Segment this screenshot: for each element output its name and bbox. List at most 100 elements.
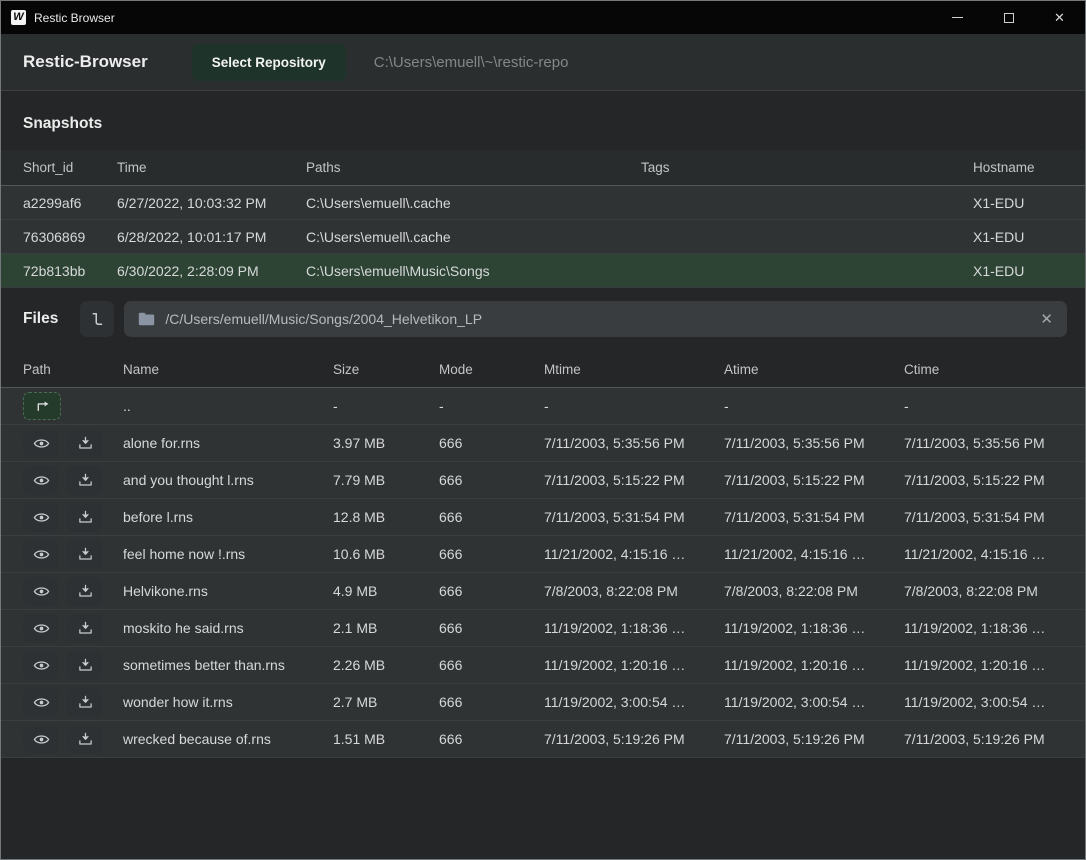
file-name: wonder how it.rns	[123, 694, 333, 710]
download-icon	[78, 732, 93, 746]
file-ctime: -	[904, 398, 1085, 414]
empty-area	[1, 758, 1085, 859]
file-mode: 666	[439, 435, 544, 451]
maximize-icon	[1004, 13, 1014, 23]
download-file-button[interactable]	[67, 614, 103, 643]
file-mtime: 11/19/2002, 1:20:16 …	[544, 657, 724, 673]
close-icon: ✕	[1054, 10, 1065, 26]
snapshot-paths: C:\Users\emuell\.cache	[306, 195, 641, 211]
preview-file-button[interactable]	[23, 429, 59, 458]
download-file-button[interactable]	[67, 503, 103, 532]
folder-icon	[138, 312, 155, 326]
file-atime: 7/11/2003, 5:31:54 PM	[724, 509, 904, 525]
download-file-button[interactable]	[67, 725, 103, 754]
preview-file-button[interactable]	[23, 688, 59, 717]
file-mode: 666	[439, 694, 544, 710]
file-mtime: 11/19/2002, 3:00:54 …	[544, 694, 724, 710]
preview-file-button[interactable]	[23, 577, 59, 606]
file-atime: 11/19/2002, 1:18:36 …	[724, 620, 904, 636]
root-level-icon	[88, 309, 106, 329]
snapshot-row[interactable]: 72b813bb 6/30/2022, 2:28:09 PM C:\Users\…	[1, 254, 1085, 288]
file-ctime: 7/11/2003, 5:35:56 PM	[904, 435, 1085, 451]
preview-file-button[interactable]	[23, 725, 59, 754]
file-size: 2.26 MB	[333, 657, 439, 673]
snapshot-paths: C:\Users\emuell\.cache	[306, 229, 641, 245]
current-path-value: /C/Users/emuell/Music/Songs/2004_Helveti…	[165, 311, 1030, 327]
snapshots-table-body: a2299af6 6/27/2022, 10:03:32 PM C:\Users…	[1, 186, 1085, 288]
column-header-path: Path	[23, 362, 123, 377]
preview-file-button[interactable]	[23, 651, 59, 680]
file-ctime: 7/11/2003, 5:19:26 PM	[904, 731, 1085, 747]
file-row: sometimes better than.rns 2.26 MB 666 11…	[1, 647, 1085, 684]
eye-icon	[33, 622, 50, 635]
download-icon	[78, 547, 93, 561]
column-header-time: Time	[117, 160, 306, 175]
file-mode: 666	[439, 583, 544, 599]
download-icon	[78, 621, 93, 635]
snapshots-table-header: Short_id Time Paths Tags Hostname	[1, 150, 1085, 186]
file-mode: 666	[439, 657, 544, 673]
download-file-button[interactable]	[67, 466, 103, 495]
preview-file-button[interactable]	[23, 503, 59, 532]
file-mtime: 7/11/2003, 5:35:56 PM	[544, 435, 724, 451]
file-row: alone for.rns 3.97 MB 666 7/11/2003, 5:3…	[1, 425, 1085, 462]
preview-file-button[interactable]	[23, 466, 59, 495]
file-atime: 7/11/2003, 5:19:26 PM	[724, 731, 904, 747]
file-mode: 666	[439, 472, 544, 488]
files-heading: Files	[23, 310, 58, 328]
minimize-button[interactable]	[932, 1, 983, 34]
files-table-header: Path Name Size Mode Mtime Atime Ctime	[1, 351, 1085, 388]
file-atime: -	[724, 398, 904, 414]
file-mtime: 11/21/2002, 4:15:16 …	[544, 546, 724, 562]
file-name: sometimes better than.rns	[123, 657, 333, 673]
file-name: ..	[123, 398, 333, 414]
file-ctime: 11/19/2002, 1:18:36 …	[904, 620, 1085, 636]
file-size: 1.51 MB	[333, 731, 439, 747]
file-name: wrecked because of.rns	[123, 731, 333, 747]
eye-icon	[33, 585, 50, 598]
close-button[interactable]: ✕	[1034, 1, 1085, 34]
file-name: Helvikone.rns	[123, 583, 333, 599]
file-mode: 666	[439, 546, 544, 562]
file-atime: 11/19/2002, 3:00:54 …	[724, 694, 904, 710]
current-path-input[interactable]: /C/Users/emuell/Music/Songs/2004_Helveti…	[124, 301, 1067, 337]
snapshot-short-id: 76306869	[23, 229, 117, 245]
eye-icon	[33, 474, 50, 487]
repository-path: C:\Users\emuell\~\restic-repo	[374, 54, 569, 71]
download-file-button[interactable]	[67, 688, 103, 717]
app-title: Restic-Browser	[23, 52, 148, 72]
column-header-mode: Mode	[439, 362, 544, 377]
download-file-button[interactable]	[67, 429, 103, 458]
snapshot-row[interactable]: a2299af6 6/27/2022, 10:03:32 PM C:\Users…	[1, 186, 1085, 220]
file-size: 10.6 MB	[333, 546, 439, 562]
goto-root-button[interactable]	[80, 301, 114, 337]
download-icon	[78, 436, 93, 450]
eye-icon	[33, 511, 50, 524]
snapshot-row[interactable]: 76306869 6/28/2022, 10:01:17 PM C:\Users…	[1, 220, 1085, 254]
column-header-size: Size	[333, 362, 439, 377]
file-size: 4.9 MB	[333, 583, 439, 599]
file-ctime: 11/21/2002, 4:15:16 …	[904, 546, 1085, 562]
eye-icon	[33, 696, 50, 709]
download-file-button[interactable]	[67, 651, 103, 680]
file-size: 3.97 MB	[333, 435, 439, 451]
file-row: moskito he said.rns 2.1 MB 666 11/19/200…	[1, 610, 1085, 647]
preview-file-button[interactable]	[23, 614, 59, 643]
file-mtime: 7/11/2003, 5:15:22 PM	[544, 472, 724, 488]
file-ctime: 7/11/2003, 5:31:54 PM	[904, 509, 1085, 525]
maximize-button[interactable]	[983, 1, 1034, 34]
file-size: 7.79 MB	[333, 472, 439, 488]
download-file-button[interactable]	[67, 577, 103, 606]
file-name: and you thought l.rns	[123, 472, 333, 488]
snapshot-time: 6/28/2022, 10:01:17 PM	[117, 229, 306, 245]
select-repository-button[interactable]: Select Repository	[192, 44, 346, 81]
up-directory-button[interactable]	[23, 392, 61, 420]
snapshot-time: 6/30/2022, 2:28:09 PM	[117, 263, 306, 279]
preview-file-button[interactable]	[23, 540, 59, 569]
column-header-short-id: Short_id	[23, 160, 117, 175]
clear-path-button[interactable]: ✕	[1040, 312, 1053, 327]
download-file-button[interactable]	[67, 540, 103, 569]
download-icon	[78, 584, 93, 598]
file-mtime: 7/11/2003, 5:31:54 PM	[544, 509, 724, 525]
column-header-paths: Paths	[306, 160, 641, 175]
